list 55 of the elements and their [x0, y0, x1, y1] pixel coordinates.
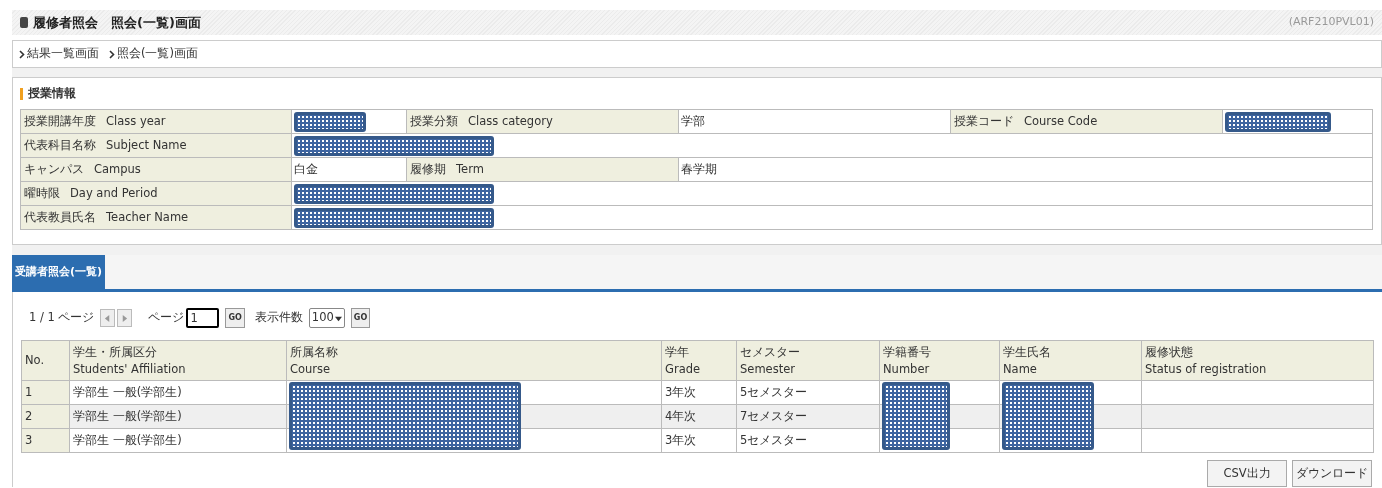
- right-arrow-icon: [121, 314, 129, 322]
- page-title: 履修者照会 照会(一覧)画面: [33, 13, 201, 32]
- field-label: 代表科目名称 Subject Name: [20, 133, 292, 158]
- field-label: 曜時限 Day and Period: [20, 181, 292, 206]
- page-input[interactable]: 1: [186, 308, 220, 328]
- column-header: 学籍番号 Number: [879, 340, 1000, 381]
- page-label: ページ: [148, 309, 185, 327]
- go-button[interactable]: GO: [225, 308, 245, 328]
- table-cell: 学部生 一般(学部生): [73, 432, 182, 447]
- section-marker-icon: [20, 87, 23, 100]
- table-cell: 3年次: [665, 384, 697, 399]
- table-cell: 2: [25, 408, 33, 423]
- column-header: 所属名称 Course: [286, 340, 662, 381]
- table-cell: 学部生 一般(学部生): [73, 384, 182, 399]
- count-select[interactable]: 100: [308, 308, 345, 328]
- dropdown-caret-icon: [334, 314, 342, 322]
- table-cell: 3: [25, 432, 33, 447]
- field-value: 白金: [294, 161, 318, 176]
- go-button[interactable]: GO: [350, 308, 371, 328]
- table-cell: 7セメスター: [740, 408, 808, 423]
- table-cell: 1: [25, 384, 33, 399]
- title-marker-icon: [20, 17, 28, 28]
- tab[interactable]: 受講者照会(一覧): [12, 255, 106, 289]
- field-value: 学部: [681, 113, 705, 128]
- section-title: 授業情報: [28, 84, 76, 102]
- table-cell: 5セメスター: [740, 384, 808, 399]
- field-label: 授業開講年度 Class year: [20, 109, 292, 134]
- field-label: 授業コード Course Code: [950, 109, 1223, 134]
- column-header: セメスター Semester: [736, 340, 880, 381]
- chevron-icon: [109, 49, 115, 59]
- next-page-button[interactable]: [117, 309, 133, 327]
- breadcrumb-link[interactable]: 結果一覧画面: [19, 45, 99, 63]
- table-cell: 4年次: [665, 408, 697, 423]
- column-header: 履修状態 Status of registration: [1141, 340, 1374, 381]
- column-header: No.: [21, 340, 70, 381]
- chevron-icon: [19, 49, 25, 59]
- column-header: 学生・所属区分 Students' Affiliation: [69, 340, 287, 381]
- breadcrumb-link[interactable]: 照会(一覧)画面: [109, 45, 198, 63]
- count-label: 表示件数: [254, 309, 303, 327]
- field-label: 代表教員氏名 Teacher Name: [20, 205, 292, 230]
- field-label: 授業分類 Class category: [406, 109, 679, 134]
- table-cell: 5セメスター: [740, 432, 808, 447]
- download-button[interactable]: ダウンロード: [1292, 460, 1372, 487]
- field-label: 履修期 Term: [406, 157, 679, 182]
- screen-id: (ARF210PVL01): [1288, 14, 1374, 31]
- field-label: キャンパス Campus: [20, 157, 292, 182]
- previous-page-button[interactable]: [100, 309, 116, 327]
- table-cell: 3年次: [665, 432, 697, 447]
- page-status: 1 / 1 ページ: [29, 309, 95, 327]
- table-cell: 学部生 一般(学部生): [73, 408, 182, 423]
- csv-export-button[interactable]: CSV出力: [1207, 460, 1287, 487]
- left-arrow-icon: [104, 314, 112, 322]
- column-header: 学年 Grade: [661, 340, 737, 381]
- field-value: 春学期: [681, 161, 717, 176]
- column-header: 学生氏名 Name: [999, 340, 1142, 381]
